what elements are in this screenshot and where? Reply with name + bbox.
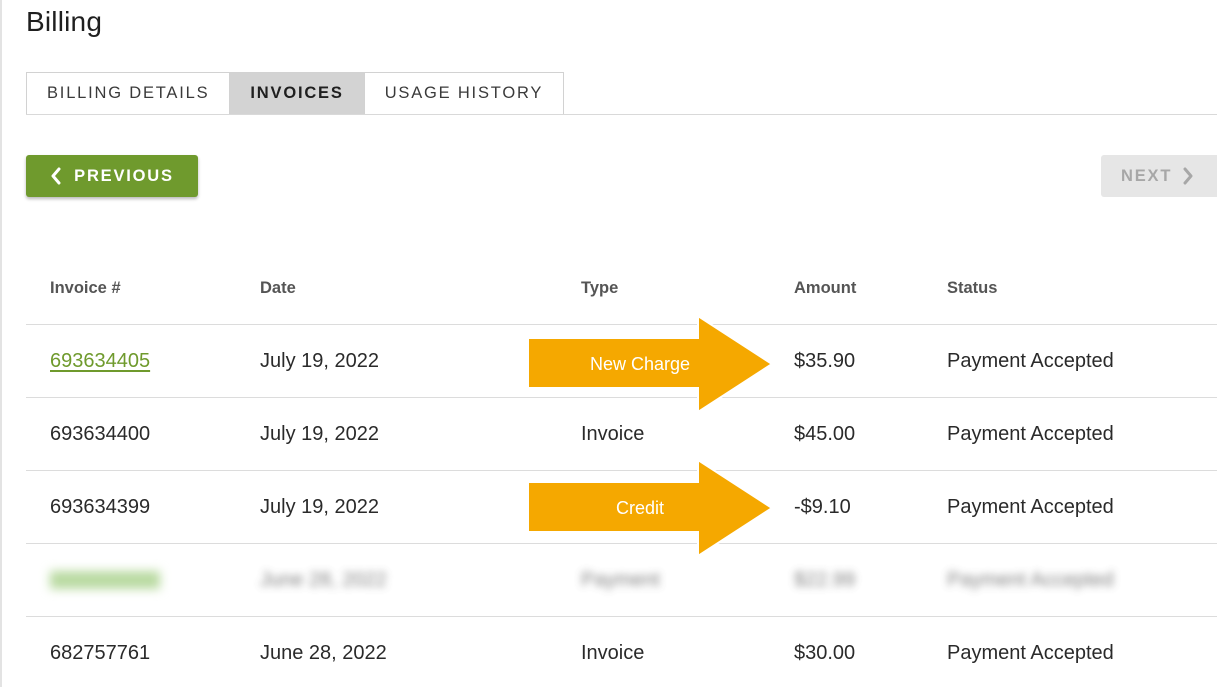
invoice-date: June 28, 2022	[260, 641, 387, 664]
invoice-number-link[interactable]: 693634405	[50, 325, 150, 397]
invoice-type: Invoice	[581, 641, 645, 664]
next-label: NEXT	[1121, 166, 1173, 185]
invoice-amount: $35.90	[794, 349, 856, 372]
tab-usage-history[interactable]: USAGE HISTORY	[364, 72, 565, 114]
header-invoice: Invoice #	[50, 278, 121, 297]
invoice-number-redacted	[50, 544, 160, 616]
chevron-left-icon	[50, 167, 62, 185]
invoice-amount: -$9.10	[794, 495, 851, 518]
invoice-status: Payment Accepted	[947, 349, 1114, 372]
invoice-status: Payment Accepted	[947, 422, 1114, 445]
page-title: Billing	[26, 6, 103, 37]
header-date: Date	[260, 278, 296, 297]
credit-arrow-annotation: Credit	[526, 458, 776, 558]
header-status: Status	[947, 278, 998, 297]
previous-label: PREVIOUS	[74, 166, 174, 185]
next-button[interactable]: NEXT	[1101, 155, 1217, 197]
invoice-amount: $45.00	[794, 422, 856, 445]
previous-button[interactable]: PREVIOUS	[26, 155, 198, 197]
header-amount: Amount	[794, 278, 857, 297]
tab-divider	[26, 114, 1217, 115]
invoice-number: 693634400	[50, 422, 151, 445]
invoice-status: Payment Accepted	[947, 641, 1114, 664]
billing-page: Billing BILLING DETAILS INVOICES USAGE H…	[0, 0, 1217, 687]
new-charge-label: New Charge	[589, 353, 691, 374]
tab-invoices[interactable]: INVOICES	[230, 72, 365, 114]
invoice-amount: $22.99	[794, 568, 856, 591]
new-charge-arrow-annotation: New Charge	[526, 314, 776, 414]
invoice-date: July 19, 2022	[260, 495, 379, 518]
invoice-amount: $30.00	[794, 641, 856, 664]
table-row: 682757761 June 28, 2022 Invoice $30.00 P…	[26, 617, 1217, 687]
invoice-number: 682757761	[50, 641, 151, 664]
invoice-date: July 19, 2022	[260, 422, 379, 445]
invoice-status: Payment Accepted	[947, 495, 1114, 518]
invoice-number: 693634399	[50, 495, 151, 518]
tab-billing-details[interactable]: BILLING DETAILS	[26, 72, 231, 114]
invoice-status: Payment Accepted	[947, 568, 1114, 591]
tab-bar: BILLING DETAILS INVOICES USAGE HISTORY	[26, 72, 565, 114]
invoice-link-text[interactable]: 693634405	[50, 350, 150, 373]
invoice-date: June 28, 2022	[260, 568, 387, 591]
invoice-date: July 19, 2022	[260, 349, 379, 372]
chevron-right-icon	[1182, 167, 1194, 185]
credit-label: Credit	[615, 497, 664, 518]
